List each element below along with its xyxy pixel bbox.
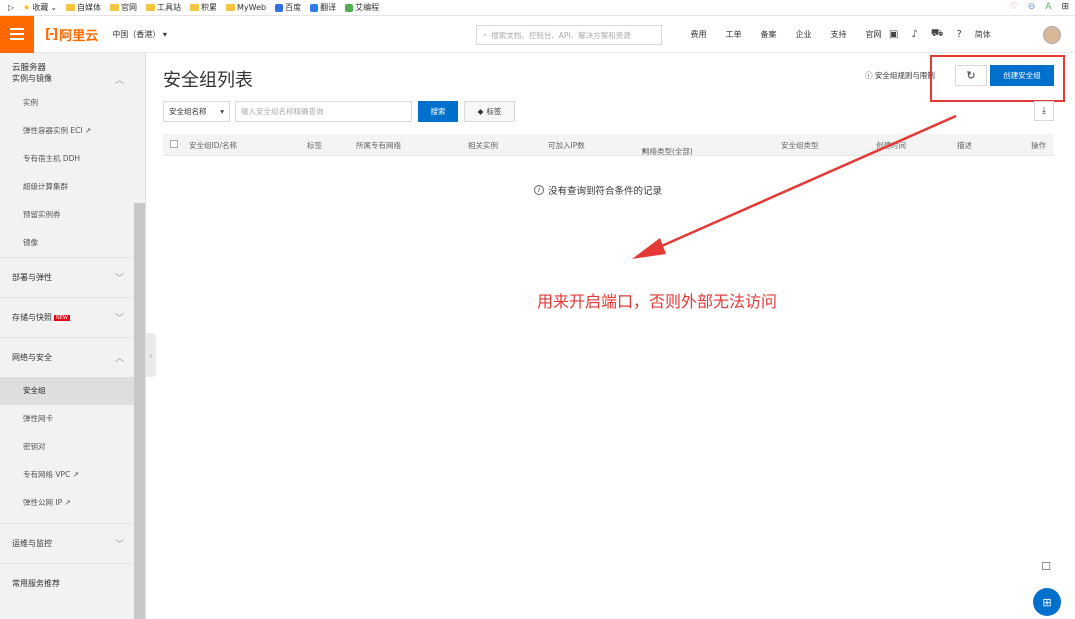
quick-actions-icon[interactable]: ⊞: [1033, 588, 1061, 616]
feedback-icon[interactable]: ☐: [1036, 556, 1056, 576]
annotation-text: 用来开启端口，否则外部无法访问: [537, 292, 778, 311]
